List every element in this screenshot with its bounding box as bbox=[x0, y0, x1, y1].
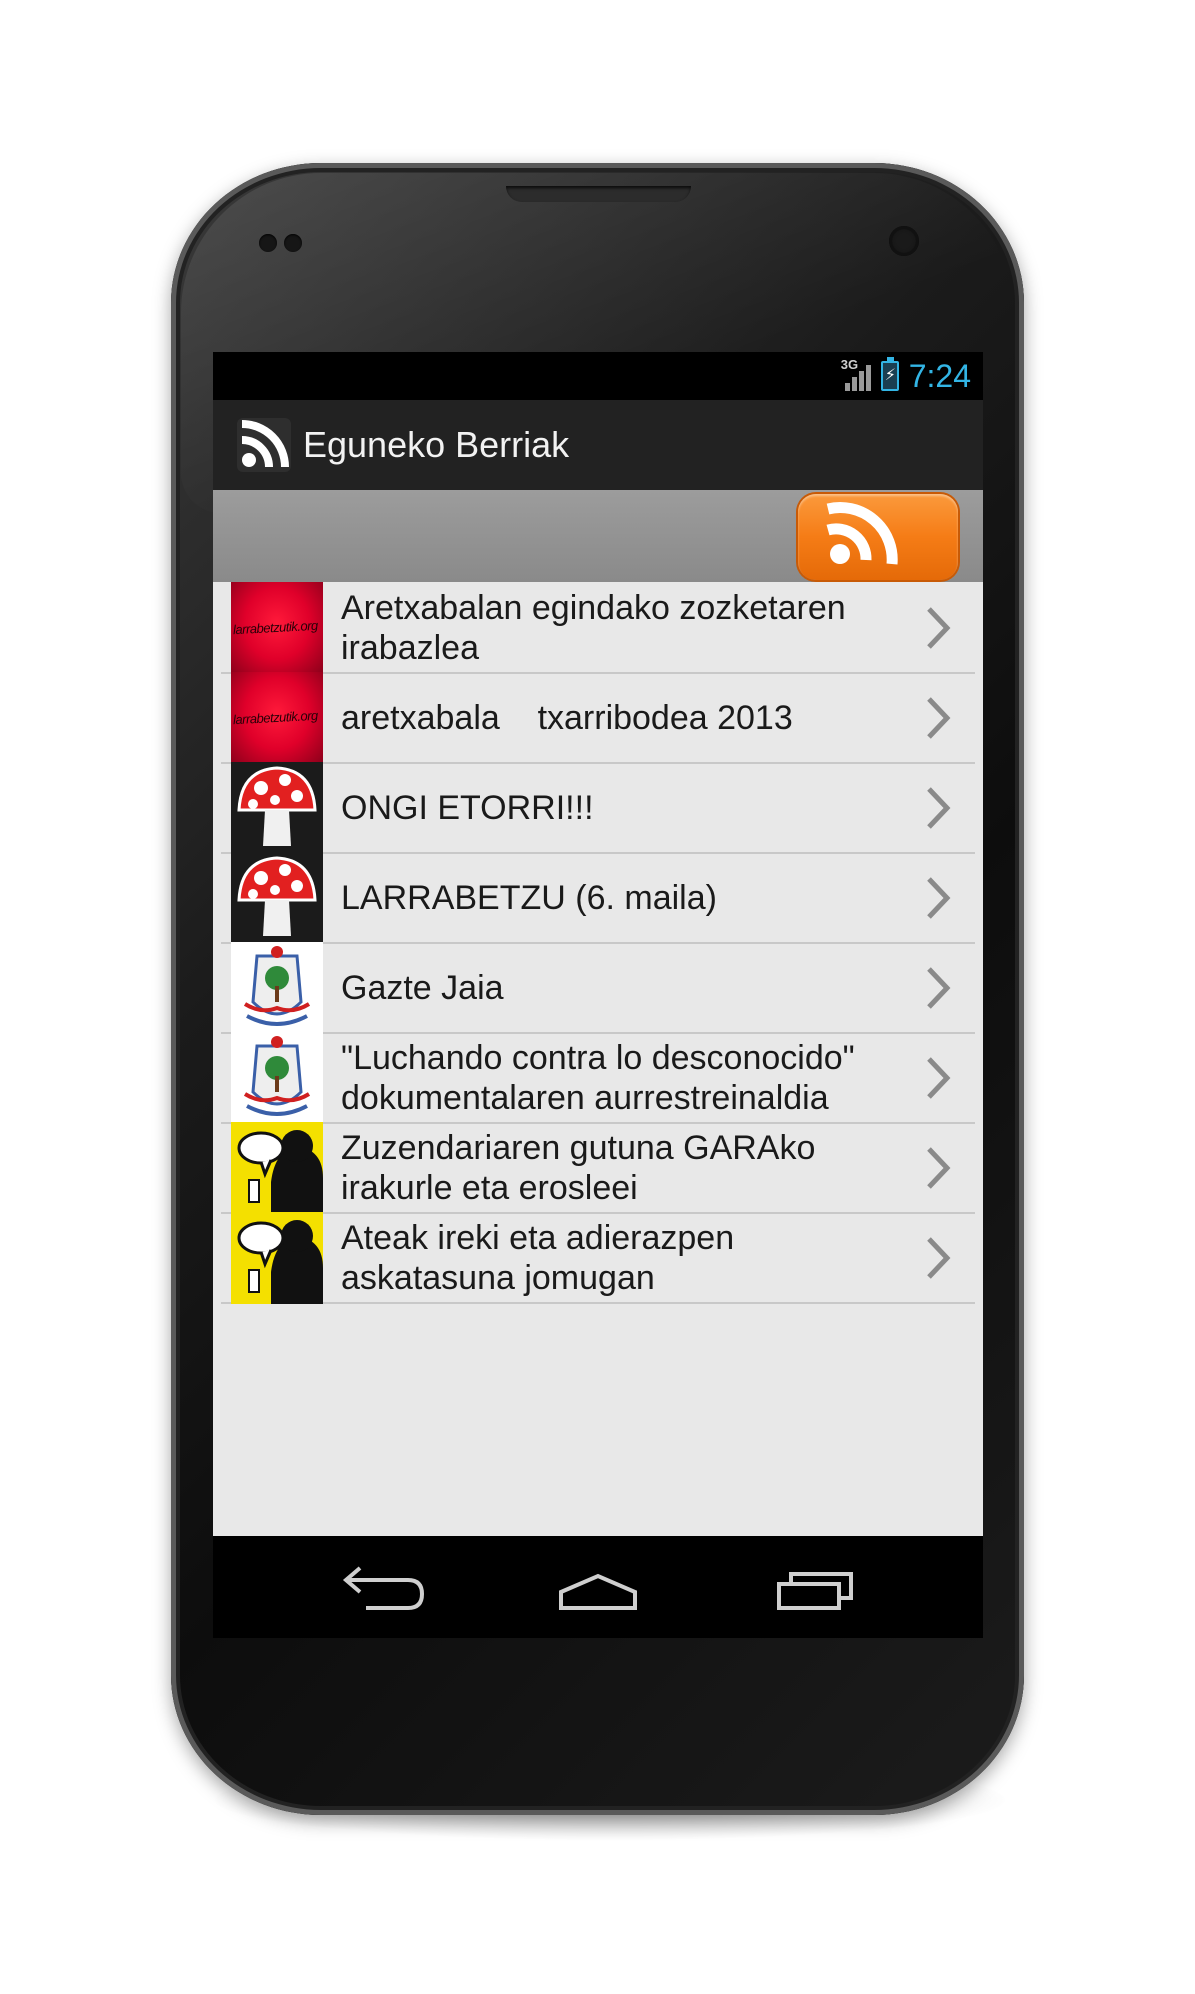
recent-apps-icon[interactable] bbox=[761, 1554, 871, 1620]
speech-bubble-silhouette-icon bbox=[231, 1122, 323, 1214]
feed-header bbox=[213, 490, 983, 582]
chevron-right-icon bbox=[927, 787, 951, 829]
news-list: larrabetzutik.org Aretxabalan egindako z… bbox=[213, 582, 983, 1304]
coat-of-arms-icon bbox=[231, 942, 323, 1034]
action-bar: Eguneko Berriak bbox=[213, 400, 983, 490]
list-item[interactable]: larrabetzutik.org aretxabala txarribodea… bbox=[221, 672, 975, 764]
item-title: ONGI ETORRI!!! bbox=[341, 789, 594, 827]
mushroom-icon bbox=[231, 762, 323, 854]
chevron-right-icon bbox=[927, 1147, 951, 1189]
network-type-label: 3G bbox=[840, 357, 859, 372]
light-sensor bbox=[284, 234, 302, 252]
earpiece-speaker bbox=[506, 186, 691, 202]
mushroom-icon bbox=[231, 852, 323, 944]
proximity-sensor bbox=[259, 234, 277, 252]
chevron-right-icon bbox=[927, 697, 951, 739]
screen: 3G ⚡ 7:24 Eguneko Berriak larrabetzutik.… bbox=[213, 352, 983, 1638]
list-item[interactable]: Zuzendariaren gutuna GARAko irakurle eta… bbox=[221, 1122, 975, 1214]
item-title: Ateak ireki eta adierazpen askatasuna jo… bbox=[341, 1219, 735, 1297]
app-title: Eguneko Berriak bbox=[303, 424, 570, 465]
chevron-right-icon bbox=[927, 1237, 951, 1279]
signal-strength-icon: 3G bbox=[841, 357, 871, 391]
larrabetzutik-thumbnail: larrabetzutik.org bbox=[231, 582, 323, 674]
chevron-right-icon bbox=[927, 607, 951, 649]
item-title: Zuzendariaren gutuna GARAko irakurle eta… bbox=[341, 1129, 816, 1207]
list-item[interactable]: LARRABETZU (6. maila) bbox=[221, 852, 975, 944]
larrabetzutik-thumbnail: larrabetzutik.org bbox=[231, 672, 323, 764]
list-item[interactable]: ONGI ETORRI!!! bbox=[221, 762, 975, 854]
item-title: LARRABETZU (6. maila) bbox=[341, 879, 717, 917]
rss-feed-icon[interactable] bbox=[237, 418, 291, 472]
status-bar: 3G ⚡ 7:24 bbox=[213, 352, 983, 400]
list-item[interactable]: "Luchando contra lo desconocido" dokumen… bbox=[221, 1032, 975, 1124]
list-item[interactable]: Ateak ireki eta adierazpen askatasuna jo… bbox=[221, 1212, 975, 1304]
item-title: Aretxabalan egindako zozketaren irabazle… bbox=[341, 589, 846, 667]
battery-charging-icon: ⚡ bbox=[880, 357, 899, 391]
chevron-right-icon bbox=[927, 1057, 951, 1099]
home-icon[interactable] bbox=[543, 1554, 653, 1620]
item-title: "Luchando contra lo desconocido" dokumen… bbox=[341, 1039, 855, 1117]
list-item[interactable]: larrabetzutik.org Aretxabalan egindako z… bbox=[221, 582, 975, 674]
rss-subscribe-button[interactable] bbox=[798, 494, 958, 580]
status-clock: 7:24 bbox=[908, 358, 971, 394]
list-item[interactable]: Gazte Jaia bbox=[221, 942, 975, 1034]
item-title: Gazte Jaia bbox=[341, 969, 504, 1007]
navigation-bar bbox=[213, 1536, 983, 1638]
coat-of-arms-icon bbox=[231, 1032, 323, 1124]
chevron-right-icon bbox=[927, 967, 951, 1009]
item-title: aretxabala txarribodea 2013 bbox=[341, 699, 793, 737]
speech-bubble-silhouette-icon bbox=[231, 1212, 323, 1304]
front-camera bbox=[889, 226, 919, 256]
back-icon[interactable] bbox=[326, 1554, 436, 1620]
chevron-right-icon bbox=[927, 877, 951, 919]
